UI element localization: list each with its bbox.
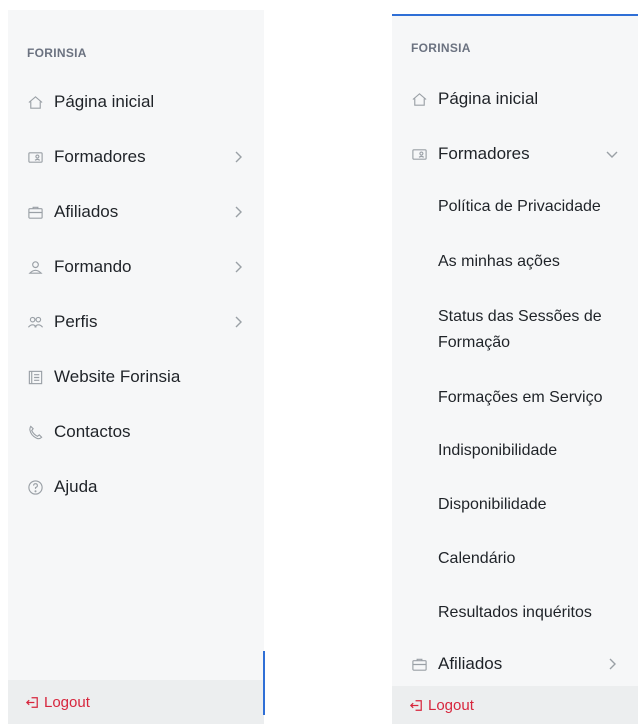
chevron-down-icon	[604, 146, 620, 162]
sidebar-item-ajuda[interactable]: Ajuda	[8, 467, 264, 507]
chevron-right-icon	[230, 149, 246, 165]
home-icon	[26, 93, 44, 111]
sidebar-item-label: Perfis	[54, 312, 98, 331]
submenu-item[interactable]: Calendário	[438, 546, 634, 572]
id-card-icon	[26, 148, 44, 166]
submenu-item[interactable]: As minhas ações	[438, 249, 634, 275]
chevron-right-icon	[230, 314, 246, 330]
sidebar-item-label: Website Forinsia	[54, 367, 181, 386]
document-icon	[26, 368, 44, 386]
scroll-indicator	[263, 651, 265, 715]
sidebar-item-website[interactable]: Website Forinsia	[8, 357, 264, 397]
logout-icon	[24, 693, 42, 711]
sidebar-item-label: Ajuda	[54, 477, 98, 496]
sidebar-item-label: Formadores	[438, 144, 530, 163]
help-icon	[26, 478, 44, 496]
submenu-item[interactable]: Disponibilidade	[438, 492, 634, 518]
submenu-item[interactable]: Indisponibilidade	[438, 438, 634, 464]
submenu-item[interactable]: Política de Privacidade	[438, 194, 634, 220]
users-icon	[26, 313, 44, 331]
sidebar-expanded: FORINSIA Página inicial Formadores Polít…	[392, 16, 638, 724]
sidebar-item-label: Afiliados	[438, 654, 503, 673]
section-title: FORINSIA	[27, 46, 87, 60]
logout-label: Logout	[428, 696, 474, 714]
sidebar-collapsed: FORINSIA Página inicial Formadores Afili…	[8, 10, 264, 724]
briefcase-icon	[410, 655, 428, 673]
submenu-item[interactable]: Formações em Serviço	[438, 385, 634, 411]
sidebar-item-formadores[interactable]: Formadores	[8, 137, 264, 177]
user-icon	[26, 258, 44, 276]
phone-icon	[26, 423, 44, 441]
sidebar-item-contactos[interactable]: Contactos	[8, 412, 264, 452]
sidebar-item-pagina-inicial[interactable]: Página inicial	[392, 79, 638, 119]
sidebar-item-afiliados[interactable]: Afiliados	[392, 644, 638, 684]
sidebar-item-label: Contactos	[54, 422, 131, 441]
chevron-right-icon	[604, 656, 620, 672]
submenu-item[interactable]: Status das Sessões de Formação	[438, 304, 634, 356]
logout-button[interactable]: Logout	[8, 680, 264, 724]
sidebar-item-afiliados[interactable]: Afiliados	[8, 192, 264, 232]
logout-icon	[408, 696, 426, 714]
sidebar-item-formadores[interactable]: Formadores	[392, 134, 638, 174]
sidebar-item-label: Formando	[54, 257, 132, 276]
sidebar-item-label: Página inicial	[54, 92, 155, 111]
sidebar-item-label: Afiliados	[54, 202, 119, 221]
sidebar-item-label: Página inicial	[438, 89, 539, 108]
sidebar-item-label: Formadores	[54, 147, 146, 166]
logout-label: Logout	[44, 693, 90, 711]
chevron-right-icon	[230, 259, 246, 275]
chevron-right-icon	[230, 204, 246, 220]
sidebar-item-perfis[interactable]: Perfis	[8, 302, 264, 342]
id-card-icon	[410, 145, 428, 163]
home-icon	[410, 90, 428, 108]
section-title: FORINSIA	[411, 41, 471, 55]
submenu-item[interactable]: Resultados inquéritos	[438, 600, 634, 626]
sidebar-item-pagina-inicial[interactable]: Página inicial	[8, 82, 264, 122]
briefcase-icon	[26, 203, 44, 221]
logout-button[interactable]: Logout	[392, 686, 638, 724]
sidebar-item-formando[interactable]: Formando	[8, 247, 264, 287]
